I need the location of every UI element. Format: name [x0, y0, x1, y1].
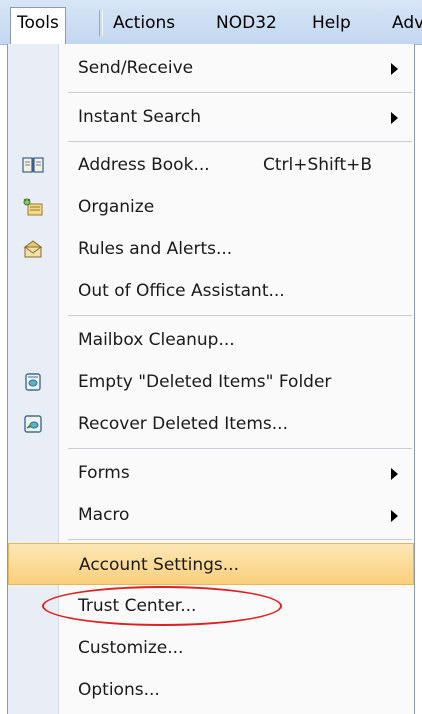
empty-trash-icon [22, 372, 44, 392]
menu-separator [68, 448, 412, 449]
menu-item-label: Empty "Deleted Items" Folder [78, 372, 332, 392]
menu-item-trust-center[interactable]: Trust Center... [8, 585, 414, 627]
menu-item-label: Mailbox Cleanup... [78, 330, 235, 350]
menu-item-instant-search[interactable]: Instant Search [8, 96, 414, 138]
menu-item-label: Trust Center... [78, 596, 197, 616]
menu-item-address-book[interactable]: Address Book... Ctrl+Shift+B [8, 144, 414, 186]
tools-dropdown-menu: Send/Receive Instant Search Address Book… [7, 44, 415, 714]
organize-icon [22, 197, 44, 217]
menu-item-shortcut: Ctrl+Shift+B [263, 155, 373, 175]
menu-separator [68, 539, 412, 540]
menu-item-label: Rules and Alerts... [78, 239, 233, 259]
submenu-arrow-icon [391, 510, 398, 522]
menu-separator [68, 141, 412, 142]
menu-item-organize[interactable]: Organize [8, 186, 414, 228]
menu-item-macro[interactable]: Macro [8, 494, 414, 536]
menu-item-mailbox-cleanup[interactable]: Mailbox Cleanup... [8, 319, 414, 361]
menu-bar-separator [99, 10, 103, 36]
submenu-arrow-icon [391, 468, 398, 480]
menu-item-label: Forms [78, 463, 130, 483]
menu-advanced[interactable]: Adv [392, 8, 422, 38]
menu-item-label: Macro [78, 505, 130, 525]
menu-item-account-settings[interactable]: Account Settings... [8, 543, 414, 585]
menu-item-recover-deleted[interactable]: Recover Deleted Items... [8, 403, 414, 445]
menu-item-label: Account Settings... [79, 555, 239, 575]
menu-item-customize[interactable]: Customize... [8, 627, 414, 669]
menu-item-label: Organize [78, 197, 155, 217]
address-book-icon [22, 155, 44, 175]
recover-deleted-icon [22, 414, 44, 434]
menu-item-label: Recover Deleted Items... [78, 414, 288, 434]
menu-item-out-of-office[interactable]: Out of Office Assistant... [8, 270, 414, 312]
menu-item-rules-alerts[interactable]: Rules and Alerts... [8, 228, 414, 270]
menu-item-label: Options... [78, 680, 160, 700]
menu-actions[interactable]: Actions [113, 8, 175, 38]
rules-alerts-icon [22, 239, 44, 259]
submenu-arrow-icon [391, 63, 398, 75]
menu-item-label: Address Book... [78, 155, 210, 175]
menu-nod32[interactable]: NOD32 [216, 8, 277, 38]
menu-item-label: Send/Receive [78, 58, 194, 78]
menu-item-options[interactable]: Options... [8, 669, 414, 711]
menu-item-label: Out of Office Assistant... [78, 281, 285, 301]
menu-item-label: Customize... [78, 638, 184, 658]
menu-item-forms[interactable]: Forms [8, 452, 414, 494]
menu-item-send-receive[interactable]: Send/Receive [8, 47, 414, 89]
submenu-arrow-icon [391, 112, 398, 124]
menu-bar: Tools Actions NOD32 Help Adv [0, 0, 422, 45]
menu-item-label: Instant Search [78, 107, 201, 127]
menu-item-empty-deleted[interactable]: Empty "Deleted Items" Folder [8, 361, 414, 403]
menu-separator [68, 315, 412, 316]
menu-tools[interactable]: Tools [10, 7, 66, 44]
outlook-tools-menu-screenshot: Tools Actions NOD32 Help Adv Send/Receiv… [0, 0, 422, 714]
menu-separator [68, 92, 412, 93]
menu-help[interactable]: Help [312, 8, 351, 38]
